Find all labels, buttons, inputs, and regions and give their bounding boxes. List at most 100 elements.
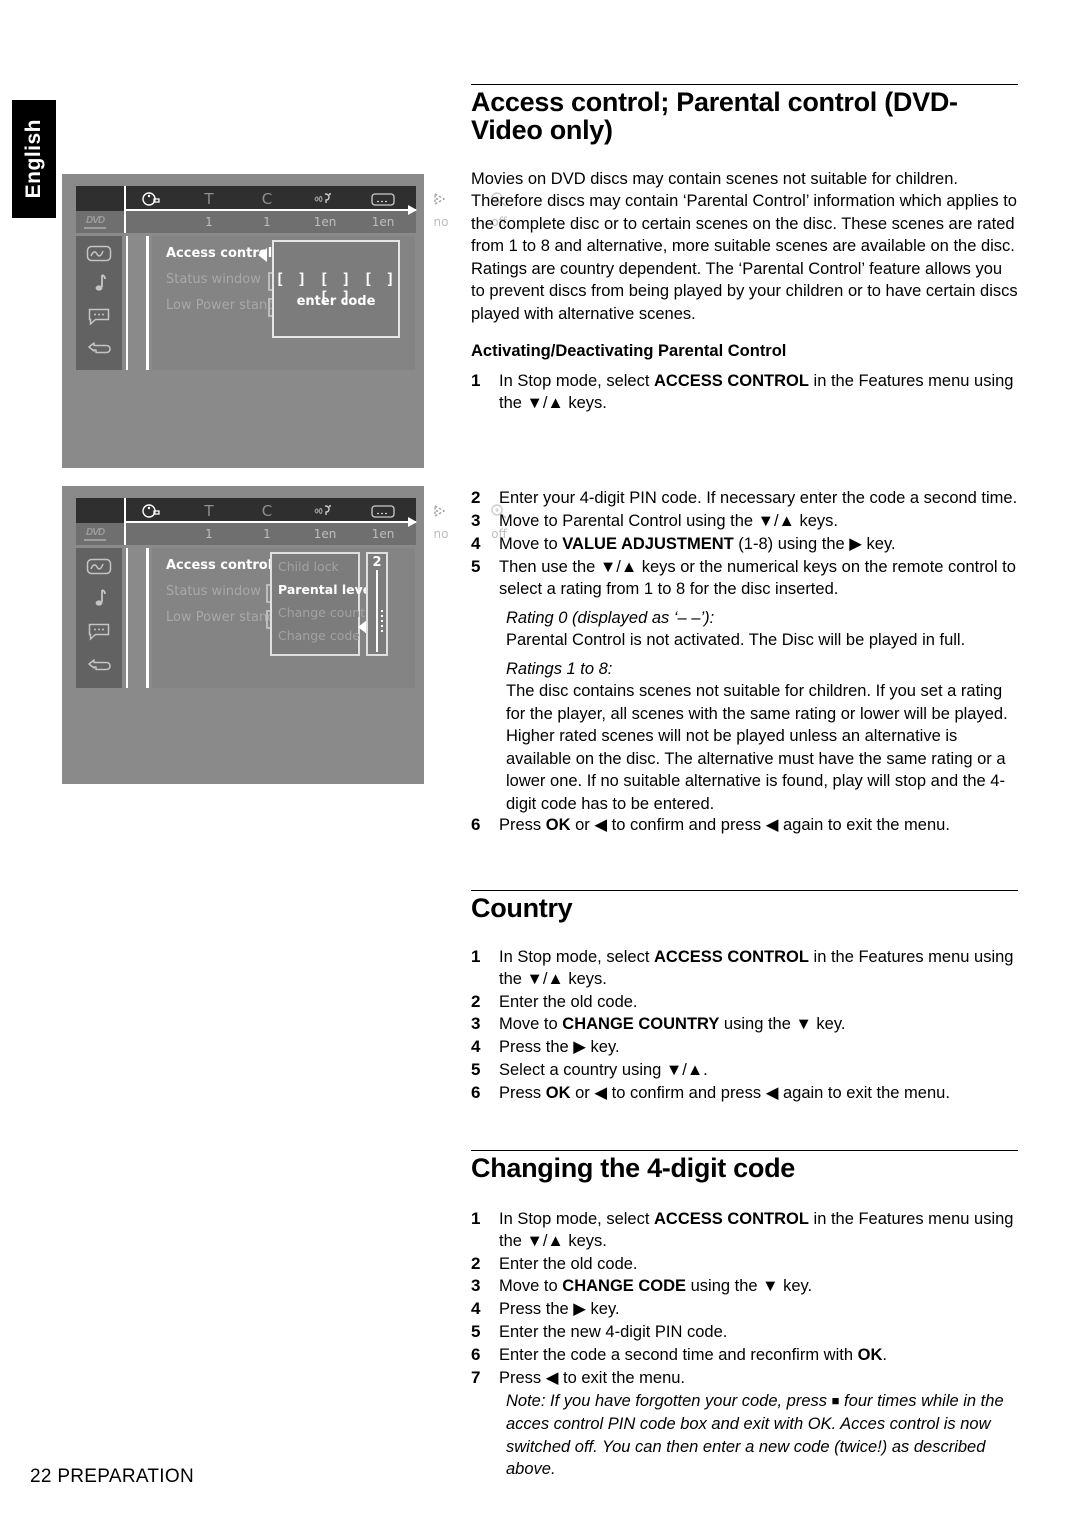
step-number: 2 bbox=[471, 1253, 481, 1273]
ratings-block: Ratings 1 to 8: The disc contains scenes… bbox=[506, 658, 1018, 815]
step-item: 3 Move to CHANGE CODE using the ▼ key. bbox=[471, 1275, 1018, 1298]
step-number: 5 bbox=[471, 1060, 481, 1080]
step-text: Move to CHANGE COUNTRY using the ▼ key. bbox=[499, 1013, 1018, 1036]
step-text: In Stop mode, select ACCESS CONTROL in t… bbox=[499, 946, 1018, 991]
section-country: Country bbox=[471, 890, 1018, 923]
step-text: Then use the ▼/▲ keys or the numerical k… bbox=[499, 557, 1016, 599]
osd-menu-item-access-control[interactable]: Access control bbox=[166, 558, 272, 573]
dvd-logo: DVD bbox=[84, 527, 107, 541]
title-icon: T bbox=[204, 189, 214, 208]
osd-screenshot-enter-code: T C DVD 1 1 1en 1en no off Access contro… bbox=[62, 174, 507, 468]
page-title: Access control; Parental control (DVD-Vi… bbox=[471, 87, 958, 145]
step-number: 5 bbox=[471, 556, 481, 576]
step-text: Move to CHANGE CODE using the ▼ key. bbox=[499, 1275, 1018, 1298]
step-item: 5 Select a country using ▼/▲. bbox=[471, 1059, 1018, 1082]
submenu-item-child-lock[interactable]: Child lock bbox=[278, 559, 339, 574]
cursor-left-icon bbox=[258, 248, 267, 262]
step-number: 6 bbox=[471, 815, 481, 834]
step-keyword: OK bbox=[857, 1346, 883, 1365]
step-number: 6 bbox=[471, 1345, 481, 1365]
status-value-chapter: 1 bbox=[263, 527, 271, 541]
section-access-control: Access control; Parental control (DVD-Vi… bbox=[471, 84, 1018, 144]
step-text-part: Move to bbox=[499, 1277, 563, 1296]
subsection-activating: Activating/Deactivating Parental Control bbox=[471, 342, 1018, 361]
submenu-item-change-country[interactable]: Change country bbox=[278, 605, 378, 620]
osd-body: Access control Status window Low Power s… bbox=[76, 236, 415, 370]
value-slider[interactable] bbox=[376, 570, 378, 652]
ratings-body: The disc contains scenes not suitable fo… bbox=[506, 682, 1008, 813]
step-text: Move to VALUE ADJUSTMENT (1-8) using the… bbox=[499, 533, 1018, 556]
parental-level-value-panel[interactable]: 2 bbox=[366, 552, 388, 656]
steps-activating-part2: 2 Enter your 4-digit PIN code. If necess… bbox=[471, 487, 1018, 600]
language-settings-icon bbox=[87, 307, 111, 332]
step-item: 6 Press OK or ◀ to confirm and press ◀ a… bbox=[471, 814, 1018, 837]
step-text: In Stop mode, select ACCESS CONTROL in t… bbox=[499, 1208, 1018, 1253]
step-text: Enter the new 4-digit PIN code. bbox=[499, 1323, 728, 1342]
step-keyword: OK bbox=[545, 816, 571, 834]
step-text-part: using the ▼ key. bbox=[686, 1277, 813, 1296]
rating-zero-body: Parental Control is not activated. The D… bbox=[506, 631, 966, 650]
status-value-title: 1 bbox=[205, 527, 213, 541]
picture-settings-icon bbox=[86, 558, 112, 580]
step-item: 4 Move to VALUE ADJUSTMENT (1-8) using t… bbox=[471, 533, 1018, 556]
features-settings-icon bbox=[86, 655, 112, 678]
status-value-audio: 1en bbox=[313, 527, 337, 541]
step-text-part: . bbox=[882, 1346, 887, 1365]
step-item: 1 In Stop mode, select ACCESS CONTROL in… bbox=[471, 370, 1018, 415]
step-text-part: Press bbox=[499, 816, 546, 834]
osd-status-bar-values: DVD 1 1 1en 1en no off bbox=[76, 211, 507, 233]
step-text-part: or ◀ to confirm and press ◀ again to exi… bbox=[570, 816, 950, 834]
subtitle-icon bbox=[354, 498, 412, 523]
osd-menu-item-access-control[interactable]: Access control bbox=[166, 246, 272, 261]
status-bar-arrow-icon bbox=[124, 517, 417, 527]
step-number: 1 bbox=[471, 371, 481, 390]
step-number: 1 bbox=[471, 1209, 481, 1228]
access-control-submenu[interactable]: Child lock Parental level Change country… bbox=[270, 552, 378, 656]
step-text-part: or ◀ to confirm and press ◀ again to exi… bbox=[570, 1084, 950, 1103]
step-text: Move to Parental Control using the ▼/▲ k… bbox=[499, 511, 838, 530]
step-text: Enter the old code. bbox=[499, 1254, 638, 1273]
steps-activating-part1: 1 In Stop mode, select ACCESS CONTROL in… bbox=[471, 370, 1018, 415]
note-text-part: Note: If you have forgotten your code, p… bbox=[506, 1392, 832, 1410]
status-value-subtitle: 1en bbox=[371, 215, 395, 229]
step-item: 3 Move to CHANGE COUNTRY using the ▼ key… bbox=[471, 1013, 1018, 1036]
step-number: 3 bbox=[471, 1014, 481, 1034]
step-text-part: In Stop mode, select bbox=[499, 372, 655, 390]
osd-settings-menu: Access control Status window Low Power s… bbox=[152, 236, 415, 370]
step-item: 1 In Stop mode, select ACCESS CONTROL in… bbox=[471, 946, 1018, 991]
step-text: Enter your 4-digit PIN code. If necessar… bbox=[499, 489, 1018, 507]
section-title-change-code: Changing the 4-digit code bbox=[471, 1153, 795, 1183]
intro-text: Movies on DVD discs may contain scenes n… bbox=[471, 170, 1018, 323]
step-item: 7 Press ◀ to exit the menu. bbox=[471, 1367, 1018, 1390]
step-number: 3 bbox=[471, 1276, 481, 1296]
step-item: 6 Enter the code a second time and recon… bbox=[471, 1344, 1018, 1367]
status-value-chapter: 1 bbox=[263, 215, 271, 229]
title-icon: T bbox=[204, 501, 214, 520]
osd-sidebar-divider bbox=[126, 236, 128, 370]
step-text: Select a country using ▼/▲. bbox=[499, 1061, 708, 1080]
step-number: 4 bbox=[471, 1299, 481, 1319]
osd-status-bar: T C DVD 1 1 1en 1en no off bbox=[76, 186, 507, 233]
step-keyword: CHANGE CODE bbox=[562, 1277, 687, 1296]
step-item: 6 Press OK or ◀ to confirm and press ◀ a… bbox=[471, 1082, 1018, 1105]
submenu-item-change-code[interactable]: Change code bbox=[278, 628, 360, 643]
step-text-part: using the ▼ key. bbox=[719, 1015, 846, 1034]
step-number: 1 bbox=[471, 947, 481, 966]
sound-settings-icon bbox=[91, 273, 107, 300]
step-number: 6 bbox=[471, 1083, 481, 1103]
step-text: In Stop mode, select ACCESS CONTROL in t… bbox=[499, 370, 1018, 415]
osd-menu-item-status-window[interactable]: Status window bbox=[166, 272, 261, 287]
step-item: 5 Enter the new 4-digit PIN code. bbox=[471, 1321, 1018, 1344]
status-value-angle: no bbox=[433, 215, 449, 229]
step-item: 4 Press the ▶ key. bbox=[471, 1036, 1018, 1059]
step-text-part: Move to bbox=[499, 534, 563, 553]
step-text-part: Move to bbox=[499, 1015, 563, 1034]
camera-angle-icon bbox=[412, 498, 470, 523]
steps-country: 1 In Stop mode, select ACCESS CONTROL in… bbox=[471, 946, 1018, 1105]
step-text-part: In Stop mode, select bbox=[499, 1210, 655, 1228]
chapter-icon: C bbox=[261, 501, 273, 520]
submenu-item-parental-level[interactable]: Parental level bbox=[278, 582, 376, 597]
section-rule bbox=[471, 84, 1018, 85]
osd-menu-item-status-window[interactable]: Status window bbox=[166, 584, 261, 599]
pin-code-panel[interactable]: [ ] [ ] [ ] [ ] enter code bbox=[272, 240, 400, 338]
